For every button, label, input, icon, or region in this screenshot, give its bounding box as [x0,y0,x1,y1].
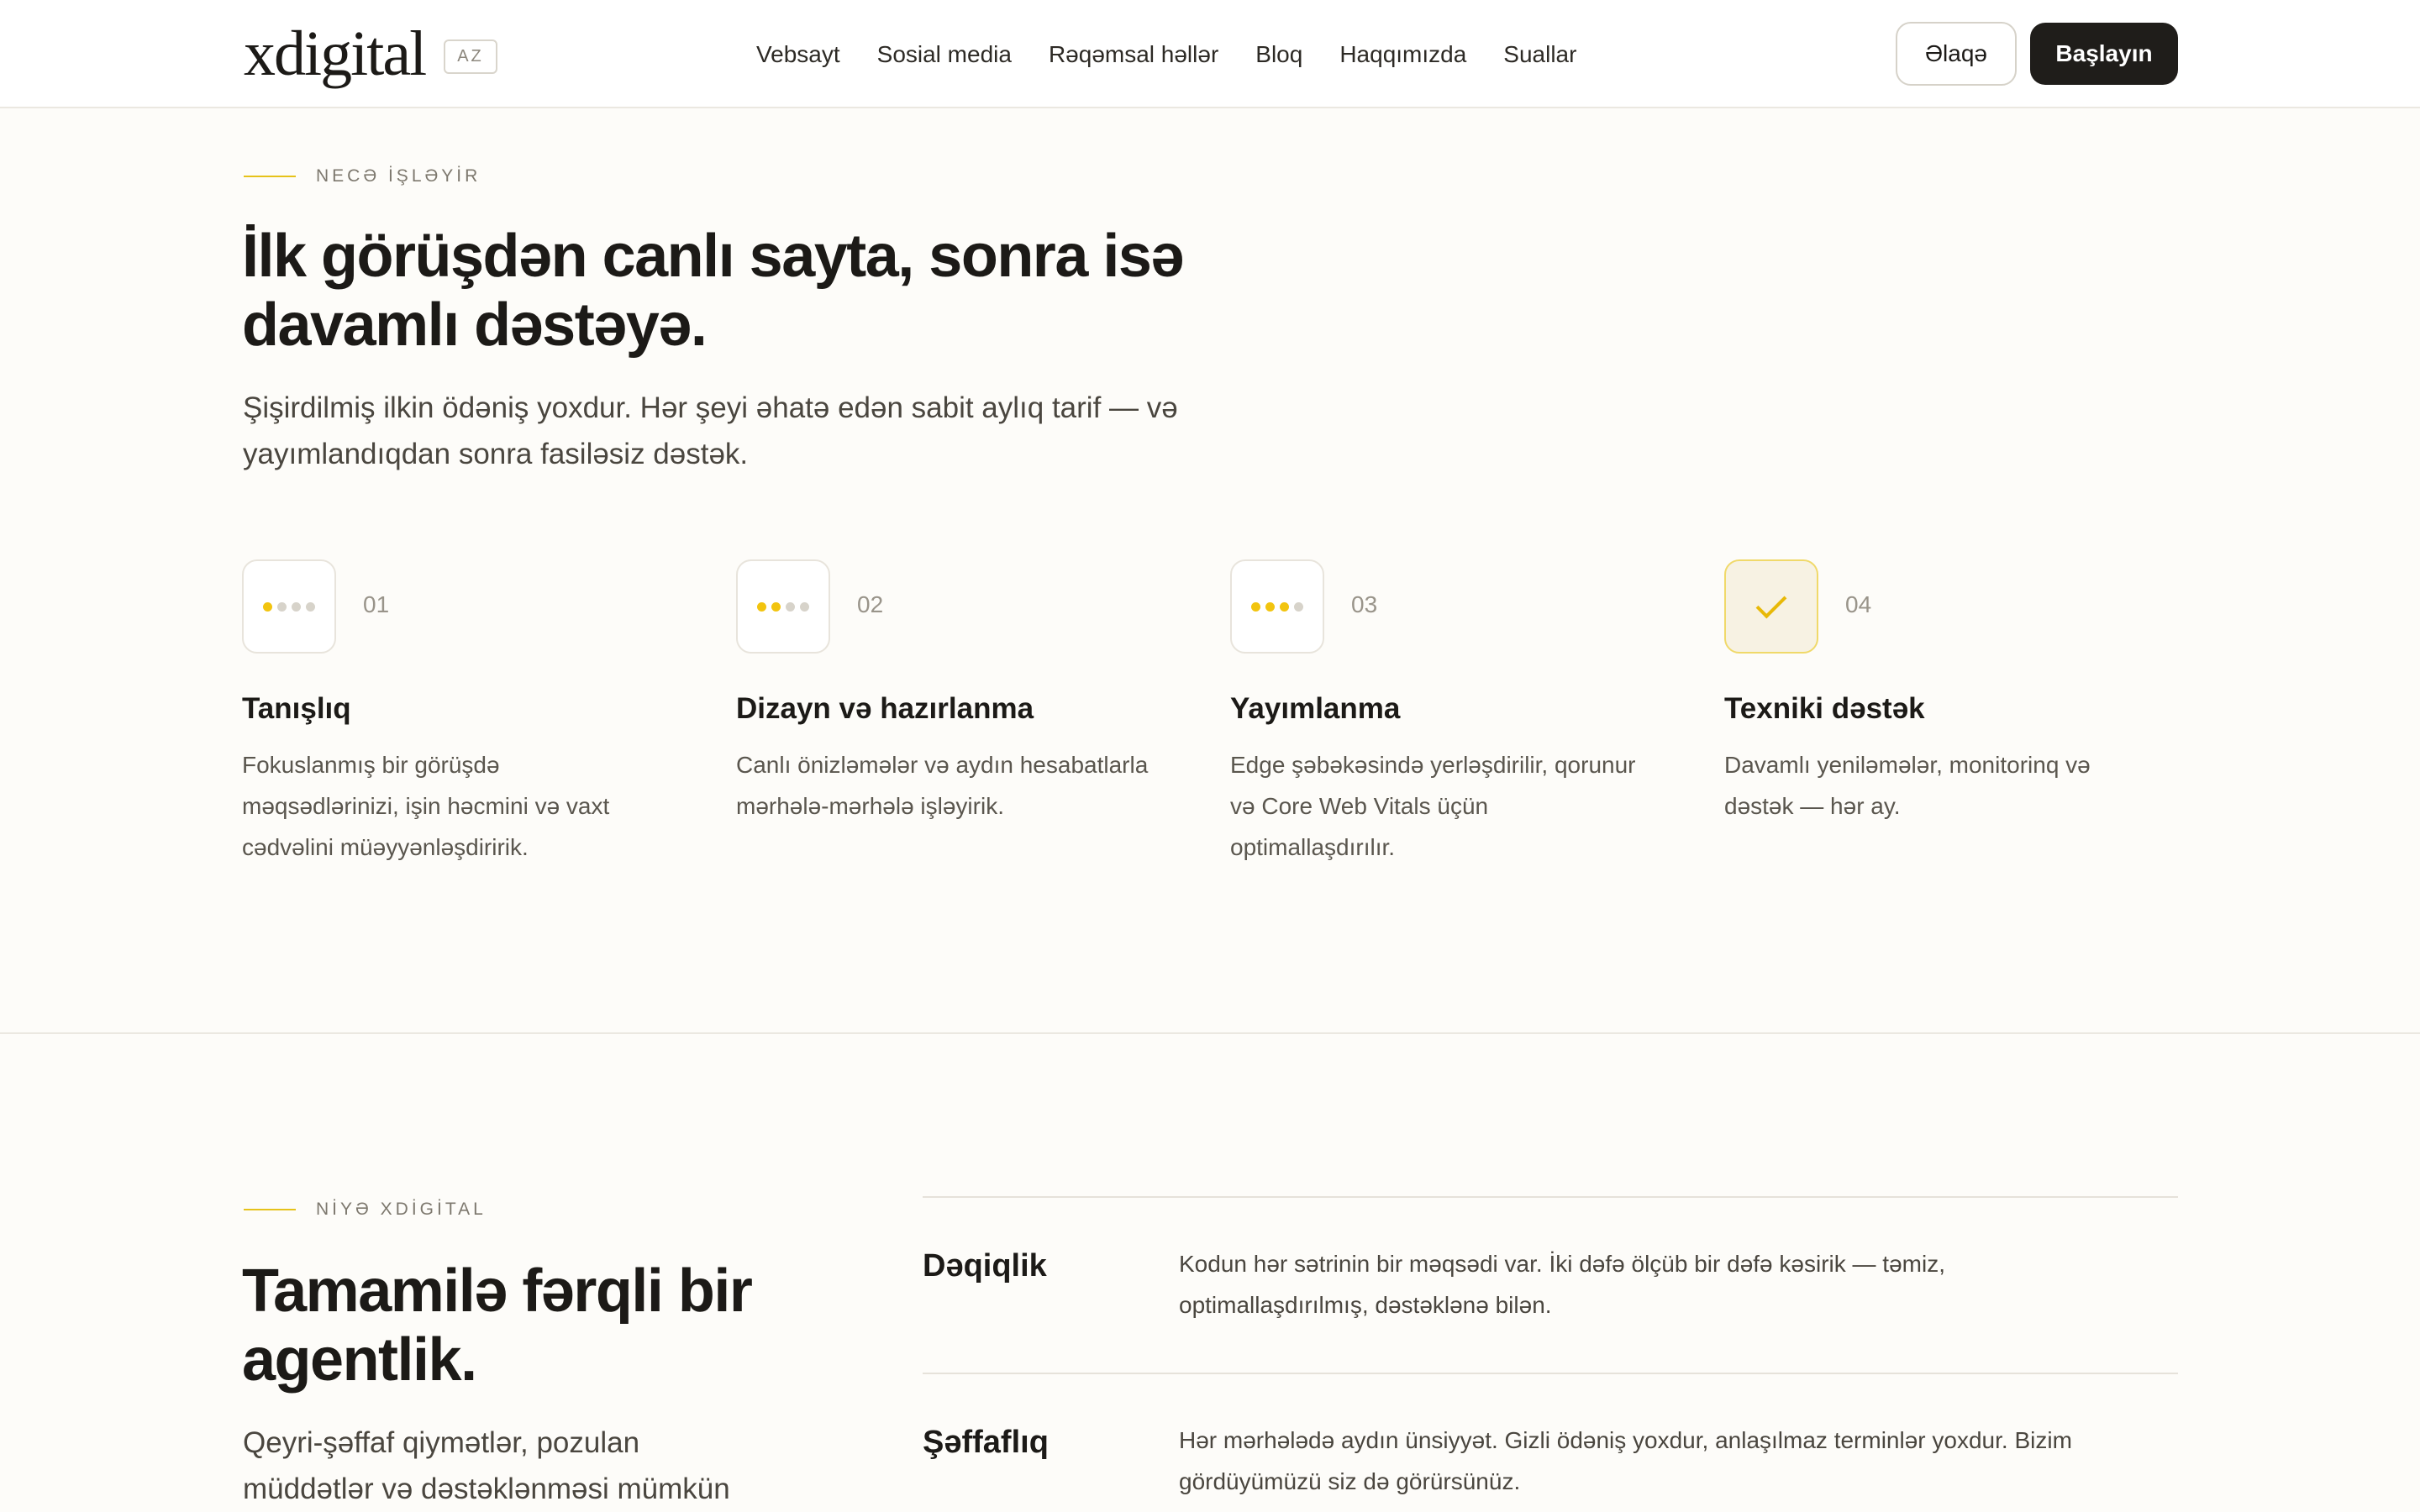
step-title: Texniki dəstək [1724,692,1925,725]
why-eyebrow: NİYƏ XDİGİTAL [244,1200,487,1220]
how-title-line-1: İlk görüşdən canlı sayta, sonra isə [242,223,1184,290]
how-lead: Şişirdilmiş ilkin ödəniş yoxdur. Hər şey… [243,385,1178,477]
nav-item-about[interactable]: Haqqımızda [1339,41,1466,68]
how-lead-line-1: Şişirdilmiş ilkin ödəniş yoxdur. Hər şey… [243,391,1178,424]
step-number: 03 [1351,591,1378,617]
logo[interactable]: xdigital AZ [244,12,497,96]
why-lead-line-1: Qeyri-şəffaf qiymətlər, pozulan [243,1426,640,1459]
progress-dots-icon [1230,559,1324,654]
why-item-description-line: gördüyümüzü siz də görürsünüz. [1179,1468,1521,1494]
step-description: Davamlı yeniləmələr, monitorinq və dəstə… [1724,744,2195,827]
step-title: Tanışlıq [242,692,351,725]
why-item-title: Dəqiqlik [923,1248,1047,1284]
why-title-line-1: Tamamilə fərqli bir [242,1257,753,1325]
step-card: 03 Yayımlanma Edge şəbəkəsində yerləşdir… [1230,559,1701,868]
site-header: xdigital AZ Vebsayt Sosial media Rəqəmsa… [0,0,2420,108]
step-description-line: optimallaşdırılır. [1230,834,1396,860]
step-description-line: Davamlı yeniləmələr, monitorinq və [1724,752,2091,778]
why-lead-line-2: müddətlər və dəstəklənməsi mümkün [243,1473,730,1505]
why-item-description-line: Hər mərhələdə aydın ünsiyyət. Gizli ödən… [1179,1427,2072,1453]
how-title-line-2: davamlı dəstəyə. [242,291,708,359]
logo-wordmark[interactable]: xdigital [244,22,427,86]
step-card: 01 Tanışlıq Fokuslanmış bir görüşdə məqs… [242,559,713,868]
step-number: 02 [857,591,884,617]
step-description: Canlı önizləmələr və aydın hesabatlarla … [736,744,1207,827]
step-description: Fokuslanmış bir görüşdə məqsədlərinizi, … [242,744,713,868]
how-title: İlk görüşdən canlı sayta, sonra isə dava… [242,222,1184,360]
language-switcher[interactable]: AZ [444,39,497,74]
nav-item-social-media[interactable]: Sosial media [877,41,1012,68]
progress-dots-icon [242,559,336,654]
eyebrow-accent-line [244,1209,296,1210]
step-card: 02 Dizayn və hazırlanma Canlı önizləmələ… [736,559,1207,827]
progress-dots-icon [736,559,830,654]
why-item-description: Kodun hər sətrinin bir məqsədi var. İki … [1179,1243,2170,1326]
step-description-line: dəstək — hər ay. [1724,793,1901,819]
step-description-line: və Core Web Vitals üçün [1230,793,1489,819]
why-item-description-line: optimallaşdırılmış, dəstəklənə bilən. [1179,1292,1552,1318]
why-lead: Qeyri-şəffaf qiymətlər, pozulan müddətlə… [243,1420,730,1512]
nav-item-website[interactable]: Vebsayt [756,41,840,68]
how-eyebrow: NECƏ İŞLƏYİR [244,166,481,186]
step-title: Yayımlanma [1230,692,1401,725]
why-item: Dəqiqlik Kodun hər sətrinin bir məqsədi … [923,1196,2178,1373]
step-number: 04 [1845,591,1872,617]
section-divider [0,1032,2420,1034]
why-title-line-2: agentlik. [242,1326,477,1394]
step-description-line: Edge şəbəkəsində yerləşdirilir, qorunur [1230,752,1636,778]
get-started-button[interactable]: Başlayın [2030,23,2178,85]
step-description-line: cədvəlini müəyyənləşdiririk. [242,834,529,860]
how-eyebrow-label: NECƏ İŞLƏYİR [316,166,481,186]
why-item-description-line: Kodun hər sətrinin bir məqsədi var. İki … [1179,1251,1945,1277]
step-description: Edge şəbəkəsində yerləşdirilir, qorunur … [1230,744,1701,868]
why-item-title: Şəffaflıq [923,1425,1049,1460]
nav-item-faq[interactable]: Suallar [1503,41,1576,68]
nav-item-blog[interactable]: Bloq [1255,41,1302,68]
step-description-line: Canlı önizləmələr və aydın hesabatlarla [736,752,1149,778]
step-number: 01 [363,591,390,617]
check-icon [1724,559,1818,654]
step-title: Dizayn və hazırlanma [736,692,1034,725]
step-description-line: məqsədlərinizi, işin həcmini və vaxt [242,793,610,819]
step-description-line: Fokuslanmış bir görüşdə [242,752,500,778]
why-item: Şəffaflıq Hər mərhələdə aydın ünsiyyət. … [923,1373,2178,1512]
why-item-description: Hər mərhələdə aydın ünsiyyət. Gizli ödən… [1179,1420,2170,1502]
eyebrow-accent-line [244,176,296,177]
how-lead-line-2: yayımlandıqdan sonra fasiləsiz dəstək. [243,438,749,470]
why-title: Tamamilə fərqli bir agentlik. [242,1257,753,1394]
why-eyebrow-label: NİYƏ XDİGİTAL [316,1200,487,1219]
step-card: 04 Texniki dəstək Davamlı yeniləmələr, m… [1724,559,2195,827]
contact-button[interactable]: Əlaqə [1896,22,2017,86]
main-nav: Vebsayt Sosial media Rəqəmsal həllər Blo… [756,0,1613,108]
step-description-line: mərhələ-mərhələ işləyirik. [736,793,1004,819]
nav-item-digital-solutions[interactable]: Rəqəmsal həllər [1049,41,1218,68]
